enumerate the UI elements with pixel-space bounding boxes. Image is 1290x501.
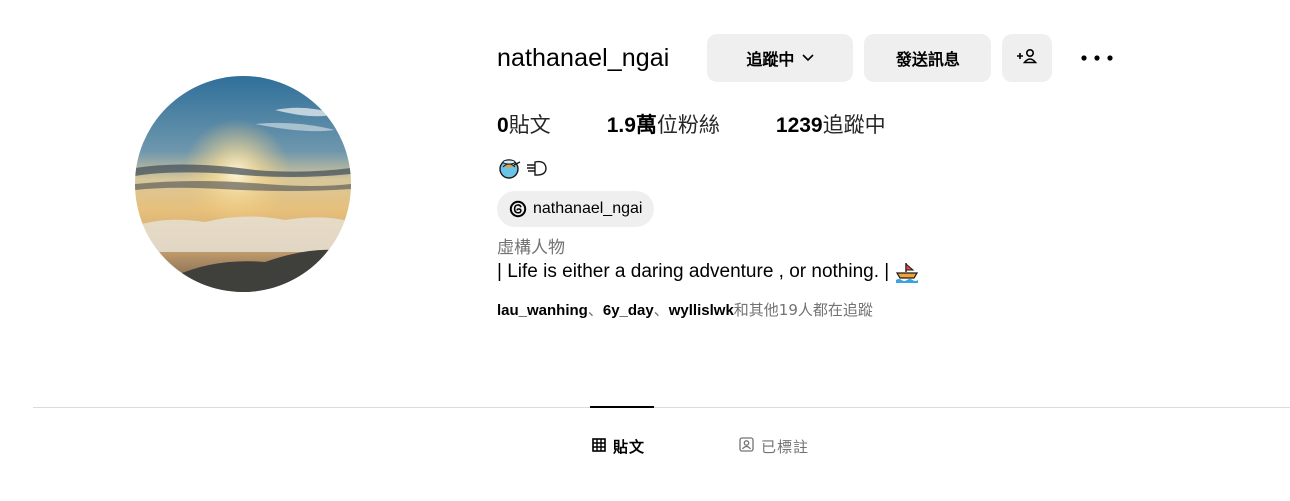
active-tab-indicator: [590, 406, 654, 408]
followers-count: 1.9萬: [606, 114, 657, 137]
send-message-button[interactable]: 發送訊息: [864, 34, 992, 82]
profile-stats: 0貼文 1.9萬位粉絲 1239追蹤中: [497, 109, 1257, 139]
tab-posts-label: 貼文: [613, 438, 646, 456]
followers-label: 位粉絲: [656, 113, 720, 137]
following-stat[interactable]: 1239追蹤中: [776, 109, 886, 139]
avatar-image: [135, 76, 351, 292]
posts-stat: 0貼文: [497, 109, 551, 139]
followed-by-user[interactable]: 6y_day: [603, 302, 654, 319]
tab-posts[interactable]: 貼文: [592, 436, 645, 457]
followed-by-user[interactable]: lau_wanhing: [497, 302, 588, 319]
followed-by-separator: 、: [653, 302, 669, 319]
profile-bio: | Life is either a daring adventure , or…: [497, 259, 1257, 285]
following-button-label: 追蹤中: [746, 50, 795, 69]
chevron-down-icon: [802, 54, 814, 62]
profile-bio-text: | Life is either a daring adventure , or…: [497, 261, 890, 282]
profile-info: nathanael_ngai 追蹤中 發送訊息 0貼文 1.9萬位粉絲 1239…: [497, 34, 1257, 320]
more-options-button[interactable]: [1080, 34, 1114, 82]
add-user-icon: [1016, 48, 1038, 68]
tagged-icon: [739, 437, 754, 456]
posts-count: 0: [497, 114, 509, 137]
profile-avatar[interactable]: [135, 76, 351, 292]
posts-label: 貼文: [508, 113, 551, 137]
followed-by-user[interactable]: wyllislwk: [669, 302, 734, 319]
threads-handle: nathanael_ngai: [533, 200, 643, 217]
add-user-button[interactable]: [1002, 34, 1053, 82]
followed-by[interactable]: lau_wanhing、6y_day、wyllislwk和其他19人都在追蹤: [497, 299, 1257, 320]
threads-link[interactable]: nathanael_ngai: [497, 191, 655, 227]
tab-tagged[interactable]: 已標註: [739, 436, 809, 457]
more-icon: [1081, 55, 1114, 61]
emoji-row: [497, 157, 1257, 183]
profile-header-row: nathanael_ngai 追蹤中 發送訊息: [497, 34, 1257, 82]
profile-category: 虛構人物: [497, 238, 565, 258]
boat-emoji: [895, 261, 919, 283]
hand-emoji: [525, 157, 549, 184]
following-button[interactable]: 追蹤中: [707, 34, 854, 82]
tabs-divider: [33, 407, 1290, 408]
grid-icon: [592, 437, 606, 456]
followed-by-separator: 、: [587, 302, 603, 319]
fish-bowl-emoji: [497, 156, 523, 185]
tab-tagged-label: 已標註: [761, 438, 810, 456]
following-label: 追蹤中: [822, 113, 886, 137]
followers-stat[interactable]: 1.9萬位粉絲: [607, 109, 720, 139]
send-message-button-label: 發送訊息: [895, 50, 960, 69]
profile-username: nathanael_ngai: [497, 43, 670, 72]
threads-icon: [509, 200, 527, 218]
followed-by-rest: 和其他19人都在追蹤: [733, 301, 873, 319]
following-count: 1239: [775, 114, 823, 137]
